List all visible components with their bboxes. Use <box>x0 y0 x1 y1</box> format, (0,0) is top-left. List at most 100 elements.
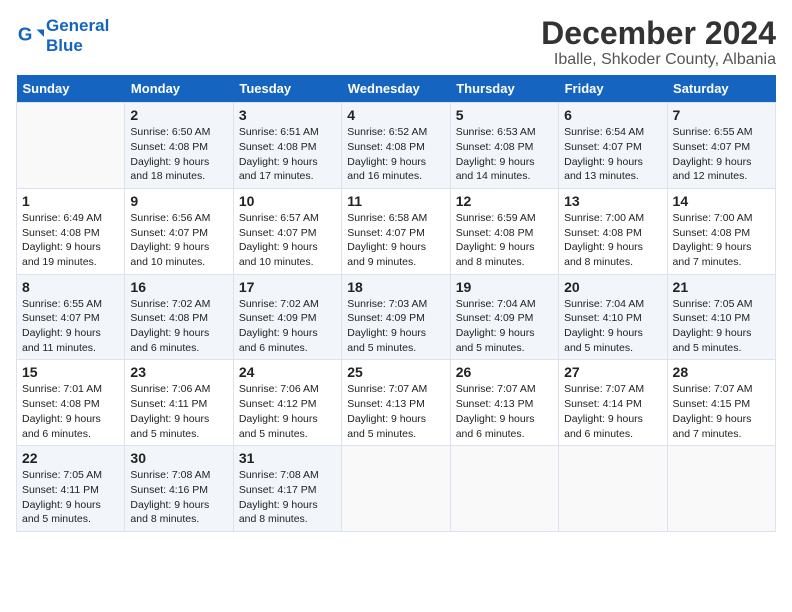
table-cell: 30 Sunrise: 7:08 AMSunset: 4:16 PMDaylig… <box>125 446 233 532</box>
day-number: 10 <box>239 193 336 209</box>
svg-text:G: G <box>18 23 33 44</box>
table-cell: 25 Sunrise: 7:07 AMSunset: 4:13 PMDaylig… <box>342 360 450 446</box>
day-number: 18 <box>347 279 444 295</box>
col-wednesday: Wednesday <box>342 75 450 103</box>
logo-icon: G <box>16 22 44 50</box>
col-thursday: Thursday <box>450 75 558 103</box>
table-cell: 3 Sunrise: 6:51 AMSunset: 4:08 PMDayligh… <box>233 103 341 189</box>
day-number: 2 <box>130 107 227 123</box>
table-cell: 19 Sunrise: 7:04 AMSunset: 4:09 PMDaylig… <box>450 274 558 360</box>
table-cell: 11 Sunrise: 6:58 AMSunset: 4:07 PMDaylig… <box>342 188 450 274</box>
cell-text: Sunrise: 7:00 AMSunset: 4:08 PMDaylight:… <box>564 212 644 268</box>
table-cell <box>342 446 450 532</box>
cell-text: Sunrise: 6:50 AMSunset: 4:08 PMDaylight:… <box>130 126 210 182</box>
cell-text: Sunrise: 7:02 AMSunset: 4:08 PMDaylight:… <box>130 298 210 354</box>
cell-text: Sunrise: 7:07 AMSunset: 4:13 PMDaylight:… <box>456 383 536 439</box>
calendar-table: Sunday Monday Tuesday Wednesday Thursday… <box>16 75 776 532</box>
cell-text: Sunrise: 7:03 AMSunset: 4:09 PMDaylight:… <box>347 298 427 354</box>
table-cell: 22 Sunrise: 7:05 AMSunset: 4:11 PMDaylig… <box>17 446 125 532</box>
day-number: 20 <box>564 279 661 295</box>
day-number: 31 <box>239 450 336 466</box>
table-cell <box>559 446 667 532</box>
calendar-header: Sunday Monday Tuesday Wednesday Thursday… <box>17 75 776 103</box>
cell-text: Sunrise: 7:06 AMSunset: 4:12 PMDaylight:… <box>239 383 319 439</box>
day-number: 6 <box>564 107 661 123</box>
day-number: 25 <box>347 364 444 380</box>
table-row: 8 Sunrise: 6:55 AMSunset: 4:07 PMDayligh… <box>17 274 776 360</box>
day-number: 17 <box>239 279 336 295</box>
table-cell: 8 Sunrise: 6:55 AMSunset: 4:07 PMDayligh… <box>17 274 125 360</box>
table-cell: 21 Sunrise: 7:05 AMSunset: 4:10 PMDaylig… <box>667 274 775 360</box>
day-number: 1 <box>22 193 119 209</box>
subtitle: Iballe, Shkoder County, Albania <box>541 51 776 69</box>
cell-text: Sunrise: 7:04 AMSunset: 4:10 PMDaylight:… <box>564 298 644 354</box>
day-number: 14 <box>673 193 770 209</box>
table-cell: 7 Sunrise: 6:55 AMSunset: 4:07 PMDayligh… <box>667 103 775 189</box>
table-cell <box>17 103 125 189</box>
table-cell: 1 Sunrise: 6:49 AMSunset: 4:08 PMDayligh… <box>17 188 125 274</box>
title-block: December 2024 Iballe, Shkoder County, Al… <box>541 16 776 69</box>
table-cell: 10 Sunrise: 6:57 AMSunset: 4:07 PMDaylig… <box>233 188 341 274</box>
day-number: 5 <box>456 107 553 123</box>
cell-text: Sunrise: 7:06 AMSunset: 4:11 PMDaylight:… <box>130 383 210 439</box>
table-cell: 20 Sunrise: 7:04 AMSunset: 4:10 PMDaylig… <box>559 274 667 360</box>
cell-text: Sunrise: 7:02 AMSunset: 4:09 PMDaylight:… <box>239 298 319 354</box>
day-number: 30 <box>130 450 227 466</box>
cell-text: Sunrise: 6:51 AMSunset: 4:08 PMDaylight:… <box>239 126 319 182</box>
day-number: 27 <box>564 364 661 380</box>
table-cell: 4 Sunrise: 6:52 AMSunset: 4:08 PMDayligh… <box>342 103 450 189</box>
cell-text: Sunrise: 7:04 AMSunset: 4:09 PMDaylight:… <box>456 298 536 354</box>
col-monday: Monday <box>125 75 233 103</box>
cell-text: Sunrise: 6:53 AMSunset: 4:08 PMDaylight:… <box>456 126 536 182</box>
main-title: December 2024 <box>541 16 776 51</box>
day-number: 4 <box>347 107 444 123</box>
day-number: 22 <box>22 450 119 466</box>
cell-text: Sunrise: 6:57 AMSunset: 4:07 PMDaylight:… <box>239 212 319 268</box>
day-number: 13 <box>564 193 661 209</box>
logo-line1: General <box>46 16 109 36</box>
cell-text: Sunrise: 6:55 AMSunset: 4:07 PMDaylight:… <box>22 298 102 354</box>
table-cell: 28 Sunrise: 7:07 AMSunset: 4:15 PMDaylig… <box>667 360 775 446</box>
cell-text: Sunrise: 6:49 AMSunset: 4:08 PMDaylight:… <box>22 212 102 268</box>
table-cell: 15 Sunrise: 7:01 AMSunset: 4:08 PMDaylig… <box>17 360 125 446</box>
table-cell: 9 Sunrise: 6:56 AMSunset: 4:07 PMDayligh… <box>125 188 233 274</box>
cell-text: Sunrise: 7:01 AMSunset: 4:08 PMDaylight:… <box>22 383 102 439</box>
logo: G General Blue <box>16 16 109 55</box>
table-cell: 17 Sunrise: 7:02 AMSunset: 4:09 PMDaylig… <box>233 274 341 360</box>
col-tuesday: Tuesday <box>233 75 341 103</box>
table-cell: 5 Sunrise: 6:53 AMSunset: 4:08 PMDayligh… <box>450 103 558 189</box>
cell-text: Sunrise: 6:52 AMSunset: 4:08 PMDaylight:… <box>347 126 427 182</box>
cell-text: Sunrise: 6:59 AMSunset: 4:08 PMDaylight:… <box>456 212 536 268</box>
day-number: 16 <box>130 279 227 295</box>
header: G General Blue December 2024 Iballe, Shk… <box>16 16 776 69</box>
day-number: 11 <box>347 193 444 209</box>
cell-text: Sunrise: 7:00 AMSunset: 4:08 PMDaylight:… <box>673 212 753 268</box>
day-number: 23 <box>130 364 227 380</box>
table-cell: 26 Sunrise: 7:07 AMSunset: 4:13 PMDaylig… <box>450 360 558 446</box>
col-saturday: Saturday <box>667 75 775 103</box>
day-number: 7 <box>673 107 770 123</box>
col-friday: Friday <box>559 75 667 103</box>
day-number: 15 <box>22 364 119 380</box>
table-cell: 18 Sunrise: 7:03 AMSunset: 4:09 PMDaylig… <box>342 274 450 360</box>
cell-text: Sunrise: 6:54 AMSunset: 4:07 PMDaylight:… <box>564 126 644 182</box>
cell-text: Sunrise: 7:05 AMSunset: 4:10 PMDaylight:… <box>673 298 753 354</box>
table-cell: 24 Sunrise: 7:06 AMSunset: 4:12 PMDaylig… <box>233 360 341 446</box>
table-cell: 27 Sunrise: 7:07 AMSunset: 4:14 PMDaylig… <box>559 360 667 446</box>
day-number: 28 <box>673 364 770 380</box>
cell-text: Sunrise: 7:07 AMSunset: 4:15 PMDaylight:… <box>673 383 753 439</box>
table-row: 2 Sunrise: 6:50 AMSunset: 4:08 PMDayligh… <box>17 103 776 189</box>
cell-text: Sunrise: 6:58 AMSunset: 4:07 PMDaylight:… <box>347 212 427 268</box>
cell-text: Sunrise: 7:08 AMSunset: 4:17 PMDaylight:… <box>239 469 319 525</box>
table-row: 15 Sunrise: 7:01 AMSunset: 4:08 PMDaylig… <box>17 360 776 446</box>
calendar-body: 2 Sunrise: 6:50 AMSunset: 4:08 PMDayligh… <box>17 103 776 532</box>
cell-text: Sunrise: 6:56 AMSunset: 4:07 PMDaylight:… <box>130 212 210 268</box>
table-cell: 13 Sunrise: 7:00 AMSunset: 4:08 PMDaylig… <box>559 188 667 274</box>
table-cell <box>667 446 775 532</box>
day-number: 19 <box>456 279 553 295</box>
cell-text: Sunrise: 7:08 AMSunset: 4:16 PMDaylight:… <box>130 469 210 525</box>
cell-text: Sunrise: 7:05 AMSunset: 4:11 PMDaylight:… <box>22 469 102 525</box>
cell-text: Sunrise: 7:07 AMSunset: 4:14 PMDaylight:… <box>564 383 644 439</box>
col-sunday: Sunday <box>17 75 125 103</box>
cell-text: Sunrise: 6:55 AMSunset: 4:07 PMDaylight:… <box>673 126 753 182</box>
